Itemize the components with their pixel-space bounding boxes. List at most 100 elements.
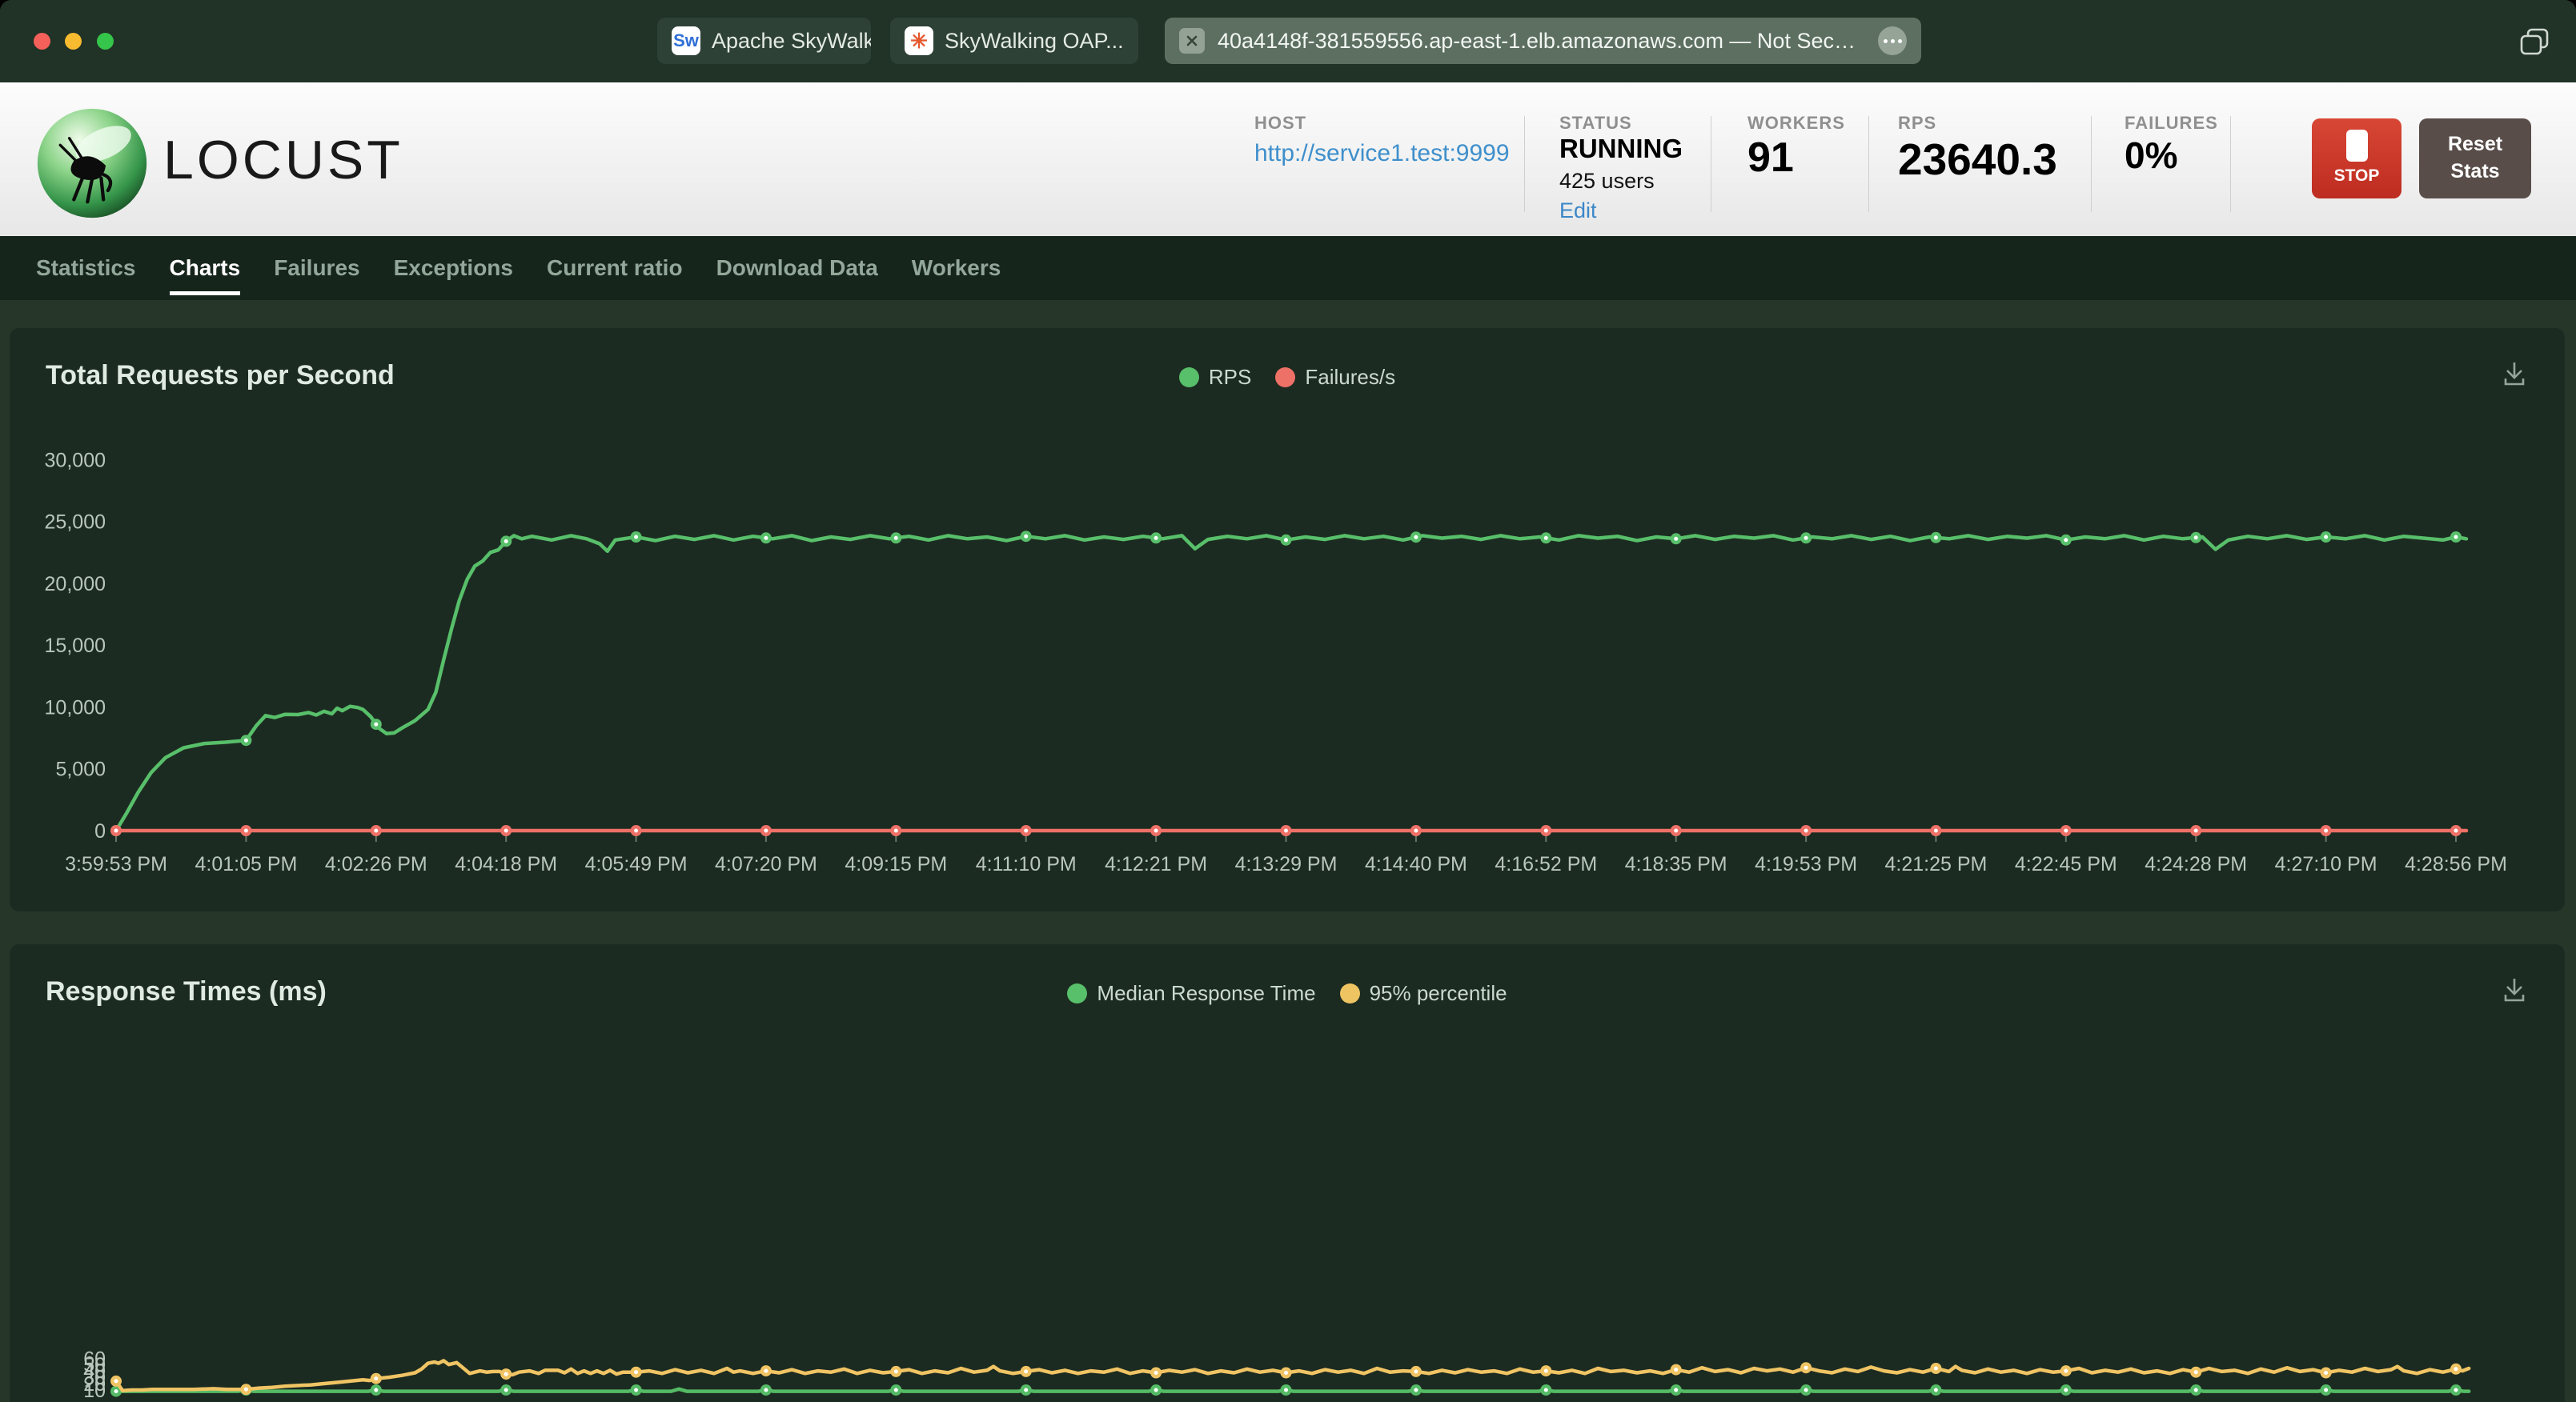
svg-text:4:07:20 PM: 4:07:20 PM [715, 853, 817, 875]
tab-download-data[interactable]: Download Data [716, 236, 878, 300]
tab-charts[interactable]: Charts [169, 236, 240, 300]
window-minimize-button[interactable] [65, 33, 82, 50]
app-header: LOCUST HOST http://service1.test:9999 ST… [0, 82, 2576, 236]
rps-chart-panel: 0 5,000 10,000 15,000 20,000 25,000 30,000 3:59… [10, 328, 2565, 911]
svg-text:3:59:53 PM: 3:59:53 PM [65, 853, 167, 875]
stop-button-label: STOP [2333, 166, 2380, 185]
tab-current-ratio[interactable]: Current ratio [547, 236, 683, 300]
divider [2091, 116, 2092, 212]
brand-title: LOCUST [163, 130, 403, 190]
svg-text:4:22:45 PM: 4:22:45 PM [2015, 853, 2117, 875]
legend-label: 95% percentile [1369, 981, 1507, 1005]
svg-text:4:21:25 PM: 4:21:25 PM [1884, 853, 1987, 875]
svg-text:4:13:29 PM: 4:13:29 PM [1235, 853, 1338, 875]
legend-dot [1275, 367, 1296, 387]
tab-close-icon[interactable] [1179, 28, 1205, 54]
download-chart-icon[interactable] [2499, 976, 2530, 1009]
tab-workers[interactable]: Workers [912, 236, 1001, 300]
svg-text:30,000: 30,000 [45, 449, 106, 471]
tab-label: Apache SkyWalki... [712, 28, 871, 53]
browser-chrome: Sw Apache SkyWalki... ✳ SkyWalking OAP..… [0, 0, 2576, 82]
window-zoom-button[interactable] [97, 33, 114, 50]
status-users: 425 users [1559, 169, 1655, 193]
svg-text:4:16:52 PM: 4:16:52 PM [1495, 853, 1597, 875]
legend-item-rps[interactable]: RPS [1178, 365, 1252, 390]
browser-tab-apache-skywalking[interactable]: Sw Apache SkyWalki... [657, 18, 871, 64]
status-label: STATUS [1559, 113, 1632, 133]
stop-icon [2345, 130, 2368, 162]
url-text: 40a4148f-381559556.ap-east-1.elb.amazona… [1218, 28, 1860, 53]
svg-text:4:01:05 PM: 4:01:05 PM [195, 853, 297, 875]
legend-label: RPS [1208, 365, 1252, 389]
svg-text:4:11:10 PM: 4:11:10 PM [976, 853, 1077, 875]
workers-label: WORKERS [1747, 113, 1845, 133]
download-chart-icon[interactable] [2499, 360, 2530, 393]
divider [2230, 116, 2231, 212]
host-link[interactable]: http://service1.test:9999 [1254, 140, 1510, 167]
tab-failures[interactable]: Failures [274, 236, 359, 300]
svg-text:25,000: 25,000 [45, 511, 106, 534]
browser-tab-active-url[interactable]: 40a4148f-381559556.ap-east-1.elb.amazona… [1165, 18, 1921, 64]
svg-text:4:27:10 PM: 4:27:10 PM [2275, 853, 2377, 875]
stop-button[interactable]: STOP [2312, 118, 2401, 198]
rps-value: 23640.3 [1898, 134, 2057, 184]
chart-title: Total Requests per Second [46, 360, 395, 391]
legend-label: Failures/s [1305, 365, 1396, 389]
svg-text:4:09:15 PM: 4:09:15 PM [845, 853, 947, 875]
reset-stats-label: Reset Stats [2447, 133, 2503, 182]
workers-value: 91 [1747, 134, 1794, 181]
divider [1524, 116, 1525, 212]
legend-dot [1067, 983, 1088, 1003]
svg-text:20,000: 20,000 [45, 573, 106, 595]
tab-label: SkyWalking OAP... [945, 28, 1124, 53]
edit-link[interactable]: Edit [1559, 198, 1683, 223]
legend-dot [1178, 367, 1199, 387]
failures-label: FAILURES [2125, 113, 2218, 133]
skywalking-oap-favicon: ✳ [905, 26, 933, 55]
divider [1868, 116, 1869, 212]
response-times-chart-panel: 10 20 30 40 50 60 Response Times (ms) Median … [10, 944, 2565, 1402]
workers-stat: WORKERS 91 [1747, 113, 1845, 182]
svg-text:4:18:35 PM: 4:18:35 PM [1625, 853, 1727, 875]
rps-label: RPS [1898, 113, 1937, 133]
status-value: RUNNING [1559, 134, 1683, 163]
svg-text:15,000: 15,000 [45, 635, 106, 657]
tab-more-icon[interactable] [1878, 26, 1907, 55]
svg-text:4:02:26 PM: 4:02:26 PM [325, 853, 427, 875]
reset-stats-button[interactable]: Reset Stats [2419, 118, 2531, 198]
tab-overview-icon[interactable] [2518, 26, 2550, 61]
rps-stat: RPS 23640.3 [1898, 113, 2057, 185]
legend-item-failures[interactable]: Failures/s [1275, 365, 1395, 390]
svg-text:4:14:40 PM: 4:14:40 PM [1365, 853, 1467, 875]
svg-text:4:24:28 PM: 4:24:28 PM [2145, 853, 2247, 875]
host-label: HOST [1254, 113, 1307, 133]
svg-text:5,000: 5,000 [55, 759, 106, 781]
skywalking-sw-favicon: Sw [672, 26, 700, 55]
status-stat: STATUS RUNNING 425 users Edit [1559, 113, 1683, 223]
svg-text:60: 60 [83, 1348, 106, 1370]
svg-text:4:12:21 PM: 4:12:21 PM [1105, 853, 1207, 875]
response-times-chart-plot: 102030405060 [83, 1348, 2471, 1402]
host-stat: HOST http://service1.test:9999 [1254, 113, 1510, 167]
window-close-button[interactable] [34, 33, 50, 50]
rps-chart-plot: 0 5,000 10,000 15,000 20,000 25,000 30,000 3:59… [45, 449, 2507, 875]
tab-exceptions[interactable]: Exceptions [394, 236, 513, 300]
browser-tab-skywalking-oap[interactable]: ✳ SkyWalking OAP... [890, 18, 1138, 64]
svg-text:0: 0 [94, 820, 106, 843]
svg-text:4:05:49 PM: 4:05:49 PM [585, 853, 688, 875]
chart-title: Response Times (ms) [46, 976, 327, 1007]
svg-text:4:04:18 PM: 4:04:18 PM [455, 853, 557, 875]
failures-value: 0% [2125, 134, 2178, 176]
failures-stat: FAILURES 0% [2125, 113, 2218, 177]
svg-text:10,000: 10,000 [45, 697, 106, 719]
legend-dot [1339, 983, 1360, 1003]
legend-label: Median Response Time [1097, 981, 1316, 1005]
tab-statistics[interactable]: Statistics [36, 236, 136, 300]
locust-logo [37, 108, 147, 218]
legend-item-95th[interactable]: 95% percentile [1339, 981, 1507, 1006]
svg-text:4:19:53 PM: 4:19:53 PM [1755, 853, 1857, 875]
browser-window: Sw Apache SkyWalki... ✳ SkyWalking OAP..… [0, 0, 2576, 1402]
main-nav: Statistics Charts Failures Exceptions Cu… [0, 236, 2576, 300]
legend-item-median[interactable]: Median Response Time [1067, 981, 1316, 1006]
svg-text:4:28:56 PM: 4:28:56 PM [2405, 853, 2507, 875]
